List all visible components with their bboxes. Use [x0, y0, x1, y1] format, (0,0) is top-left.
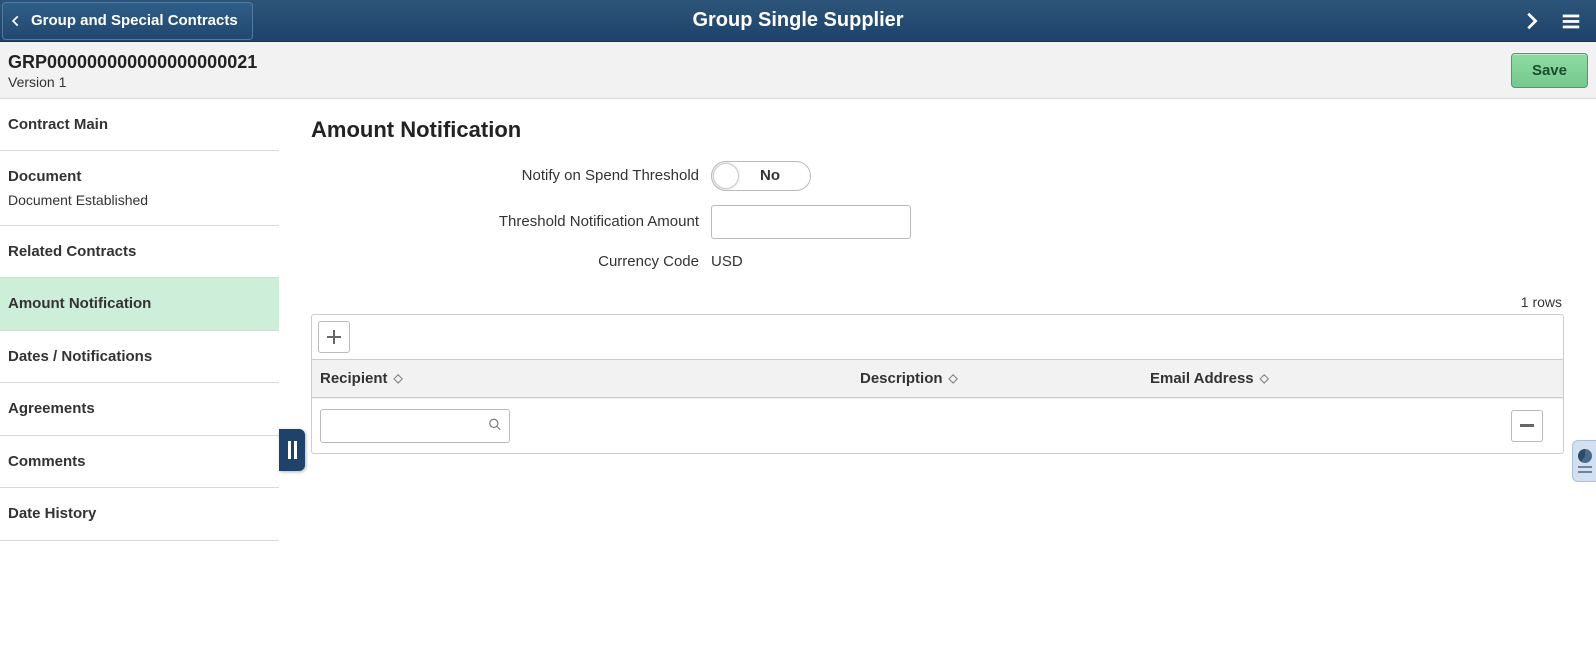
sidebar-item-document[interactable]: Document Document Established — [0, 151, 279, 226]
sidebar-item-contract-main[interactable]: Contract Main — [0, 99, 279, 152]
sort-icon: ◇ — [394, 372, 403, 384]
sub-header: GRP000000000000000000021 Version 1 Save — [0, 42, 1596, 99]
line-icon — [1578, 471, 1592, 473]
grid-row-count: 1 rows — [311, 294, 1562, 310]
label-notify-threshold: Notify on Spend Threshold — [311, 167, 711, 184]
grid-toolbar — [312, 315, 1563, 360]
back-button[interactable]: Group and Special Contracts — [2, 2, 253, 40]
plus-icon — [327, 330, 341, 344]
label-currency-code: Currency Code — [311, 253, 711, 270]
sidebar-item-label: Comments — [8, 452, 269, 472]
save-button[interactable]: Save — [1511, 53, 1588, 88]
column-label: Description — [860, 370, 943, 387]
sidebar-item-date-history[interactable]: Date History — [0, 488, 279, 541]
sidebar-item-label: Agreements — [8, 399, 269, 419]
document-id: GRP000000000000000000021 — [8, 52, 257, 74]
back-label: Group and Special Contracts — [31, 12, 238, 29]
minus-icon — [1520, 424, 1534, 427]
sidebar-item-label: Contract Main — [8, 115, 269, 135]
delete-row-button[interactable] — [1511, 410, 1543, 442]
recipient-input[interactable] — [320, 409, 510, 443]
page-title: Amount Notification — [311, 117, 1564, 143]
sidebar-item-comments[interactable]: Comments — [0, 436, 279, 489]
recipients-grid: Recipient ◇ Description ◇ Email Address … — [311, 314, 1564, 454]
chart-icon — [1578, 449, 1592, 463]
add-row-button[interactable] — [318, 321, 350, 353]
sidebar: Contract Main Document Document Establis… — [0, 99, 279, 541]
label-threshold-amount: Threshold Notification Amount — [311, 213, 711, 230]
threshold-amount-input[interactable] — [711, 205, 911, 239]
document-version: Version 1 — [8, 74, 257, 90]
toggle-knob — [713, 163, 739, 189]
sidebar-item-subtext: Document Established — [8, 191, 269, 209]
line-icon — [1578, 466, 1592, 468]
sidebar-item-label: Document — [8, 167, 269, 187]
notify-threshold-toggle[interactable]: No — [711, 161, 811, 191]
sidebar-item-agreements[interactable]: Agreements — [0, 383, 279, 436]
page-header-title: Group Single Supplier — [692, 9, 903, 32]
cell-description — [852, 416, 1142, 436]
sidebar-item-label: Related Contracts — [8, 242, 269, 262]
sort-icon: ◇ — [1260, 372, 1269, 384]
sidebar-item-dates-notifications[interactable]: Dates / Notifications — [0, 331, 279, 384]
sidebar-item-label: Date History — [8, 504, 269, 524]
cell-email — [1142, 416, 1503, 436]
sidebar-item-label: Dates / Notifications — [8, 347, 269, 367]
sort-icon: ◇ — [949, 372, 958, 384]
column-header-actions — [1503, 360, 1563, 397]
top-bar: Group and Special Contracts Group Single… — [0, 0, 1596, 42]
column-header-email[interactable]: Email Address ◇ — [1142, 360, 1503, 397]
main-content: Amount Notification Notify on Spend Thre… — [279, 99, 1596, 541]
grid-header: Recipient ◇ Description ◇ Email Address … — [312, 360, 1563, 398]
column-label: Recipient — [320, 370, 388, 387]
column-header-description[interactable]: Description ◇ — [852, 360, 1142, 397]
sidebar-item-label: Amount Notification — [8, 294, 269, 314]
next-icon[interactable] — [1520, 10, 1542, 32]
top-actions — [1520, 10, 1596, 32]
table-row — [312, 398, 1563, 453]
chevron-left-icon — [9, 14, 23, 28]
column-label: Email Address — [1150, 370, 1254, 387]
sidebar-item-amount-notification[interactable]: Amount Notification — [0, 278, 279, 331]
menu-icon[interactable] — [1560, 10, 1582, 32]
currency-code-value: USD — [711, 253, 743, 270]
sidebar-item-related-contracts[interactable]: Related Contracts — [0, 226, 279, 279]
column-header-recipient[interactable]: Recipient ◇ — [312, 360, 852, 397]
right-panel-tab[interactable] — [1572, 440, 1596, 482]
search-icon[interactable] — [488, 417, 502, 434]
